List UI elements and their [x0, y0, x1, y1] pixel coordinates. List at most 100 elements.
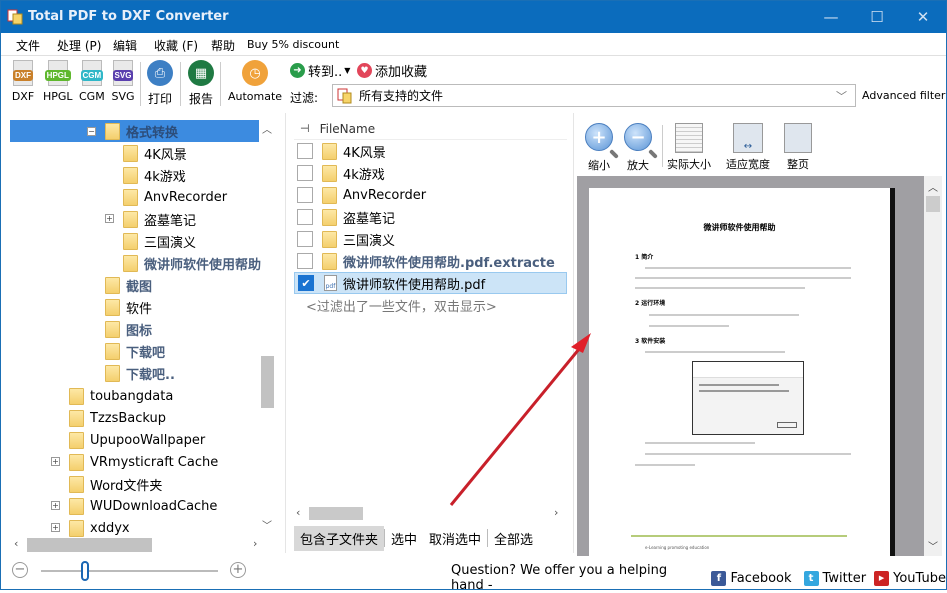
uncheck-button[interactable]: 取消选中 [423, 526, 487, 551]
file-row[interactable]: 盗墓笔记 [294, 206, 567, 228]
collapse-icon[interactable]: − [87, 127, 96, 136]
menu-help[interactable]: 帮助 [211, 37, 235, 54]
filelist-header[interactable]: ⊣ FileName [294, 118, 567, 140]
tree-node[interactable]: Word文件夹 [69, 473, 162, 495]
tree-node[interactable]: 截图 [105, 274, 152, 296]
row-checkbox[interactable] [297, 231, 313, 247]
tree-node[interactable]: + VRmysticraft Cache [51, 451, 218, 473]
scroll-thumb[interactable] [309, 507, 363, 520]
tree-horizontal-scrollbar[interactable]: ‹ › [10, 537, 276, 553]
file-row[interactable]: 4K风景 [294, 140, 567, 162]
row-checkbox[interactable] [297, 209, 313, 225]
zoom-out-button[interactable]: − 放大 [624, 123, 652, 173]
convert-dxf-button[interactable]: DXF DXF [11, 60, 35, 103]
tree-zoom-slider[interactable]: − + [10, 559, 276, 583]
tree-node[interactable]: AnvRecorder [123, 186, 227, 208]
filtered-hint[interactable]: <过滤出了一些文件，双击显示> [306, 296, 497, 315]
pin-icon[interactable]: ⊣ [300, 122, 310, 135]
zoom-in-icon[interactable]: + [230, 562, 246, 578]
scroll-right-icon[interactable]: › [253, 537, 257, 550]
goto-button[interactable]: ➜ 转到.. ▼ [290, 61, 350, 80]
menu-buy-discount[interactable]: Buy 5% discount [247, 38, 339, 51]
check-all-button[interactable]: 全部选 [488, 526, 533, 551]
arrow-right-icon: ➜ [290, 63, 305, 78]
tree-node[interactable]: 三国演义 [123, 230, 196, 252]
expand-icon[interactable]: + [105, 214, 114, 223]
filelist-horizontal-scrollbar[interactable]: ‹ › [294, 506, 567, 522]
toolbar-divider [662, 125, 663, 167]
menu-process[interactable]: 处理 (P) [57, 37, 101, 54]
tree-node[interactable]: 微讲师软件使用帮助 [123, 252, 261, 274]
fit-width-button[interactable]: ↔ 适应宽度 [726, 123, 770, 172]
expand-icon[interactable]: + [51, 457, 60, 466]
tree-node[interactable]: 下载吧.. [105, 362, 175, 384]
zoom-out-icon[interactable]: − [12, 562, 28, 578]
tree-node-selected[interactable]: − 格式转换 [87, 120, 178, 142]
minimize-button[interactable]: — [808, 1, 854, 33]
check-button[interactable]: 选中 [385, 526, 423, 551]
scroll-up-icon[interactable]: ︿ [262, 121, 272, 136]
tree-node[interactable]: 软件 [105, 296, 152, 318]
convert-cgm-button[interactable]: CGM CGM [79, 60, 105, 103]
menu-edit[interactable]: 编辑 [113, 37, 137, 54]
advanced-filter-link[interactable]: Advanced filter [862, 89, 945, 102]
menu-favorites[interactable]: 收藏 (F) [154, 37, 198, 54]
row-checkbox[interactable] [297, 165, 313, 181]
expand-icon[interactable]: + [51, 501, 60, 510]
full-page-button[interactable]: 整页 [784, 123, 812, 172]
tree-node[interactable]: 4k游戏 [123, 164, 186, 186]
scroll-right-icon[interactable]: › [554, 506, 558, 519]
tree-node[interactable]: UpupooWallpaper [69, 429, 205, 451]
tree-vertical-scrollbar[interactable]: ︿ ﹀ [259, 119, 276, 539]
add-favorite-button[interactable]: ♥ 添加收藏 [357, 61, 427, 80]
file-row[interactable]: 微讲师软件使用帮助.pdf.extracte [294, 250, 567, 272]
file-row[interactable]: 4k游戏 [294, 162, 567, 184]
actual-size-button[interactable]: 实际大小 [667, 123, 711, 172]
file-row-selected[interactable]: ✔ pdf 微讲师软件使用帮助.pdf [294, 272, 567, 294]
scroll-thumb[interactable] [926, 196, 940, 212]
scroll-thumb[interactable] [27, 538, 152, 552]
expand-icon[interactable]: + [51, 523, 60, 532]
scroll-left-icon[interactable]: ‹ [14, 537, 18, 550]
row-checkbox[interactable] [297, 143, 313, 159]
tree-node[interactable]: 下载吧 [105, 340, 165, 362]
report-button[interactable]: ▦ 报告 [188, 60, 214, 107]
twitter-link[interactable]: t Twitter [803, 570, 866, 586]
youtube-link[interactable]: ▶ YouTube [874, 570, 946, 586]
facebook-link[interactable]: f Facebook [711, 570, 792, 586]
row-checkbox[interactable] [297, 253, 313, 269]
preview-vertical-scrollbar[interactable]: ︿ ﹀ [924, 176, 942, 556]
slider-thumb[interactable] [81, 561, 89, 581]
row-checkbox[interactable] [297, 187, 313, 203]
tree-node[interactable]: 图标 [105, 318, 152, 340]
convert-svg-button[interactable]: SVG SVG [111, 60, 135, 103]
scroll-down-icon[interactable]: ﹀ [262, 517, 272, 532]
tree-node[interactable]: + WUDownloadCache [51, 495, 217, 517]
scroll-thumb[interactable] [261, 356, 274, 408]
zoom-in-button[interactable]: + 缩小 [585, 123, 613, 173]
row-checkbox-checked[interactable]: ✔ [298, 275, 314, 291]
include-subfolders-button[interactable]: 包含子文件夹 [294, 525, 385, 551]
folder-icon [69, 475, 84, 493]
maximize-button[interactable]: ☐ [854, 1, 900, 33]
tree-node[interactable]: 4K风景 [123, 142, 187, 164]
tree-node[interactable]: + 盗墓笔记 [105, 208, 196, 230]
close-button[interactable]: ✕ [900, 1, 946, 33]
file-row[interactable]: AnvRecorder [294, 184, 567, 206]
scroll-down-icon[interactable]: ﹀ [928, 538, 938, 553]
pane-divider[interactable] [573, 113, 574, 553]
menu-file[interactable]: 文件 [16, 37, 40, 54]
scroll-left-icon[interactable]: ‹ [296, 506, 300, 519]
tree-node[interactable]: + xddyx [51, 517, 130, 539]
pane-divider[interactable] [285, 113, 286, 553]
convert-hpgl-button[interactable]: HPGL HPGL [43, 60, 73, 103]
folder-icon [105, 122, 120, 140]
scroll-up-icon[interactable]: ︿ [928, 179, 938, 194]
tree-node[interactable]: toubangdata [69, 385, 173, 407]
tree-node[interactable]: TzzsBackup [69, 407, 166, 429]
print-button[interactable]: ⎙ 打印 [147, 60, 173, 107]
pdf-preview[interactable]: 微讲师软件使用帮助 1 简介 2 运行环境 3 软件安装 e-Learning … [577, 176, 924, 556]
automate-button[interactable]: ◷ Automate [228, 60, 282, 103]
file-row[interactable]: 三国演义 [294, 228, 567, 250]
filter-select[interactable]: 所有支持的文件 ﹀ [332, 84, 856, 107]
